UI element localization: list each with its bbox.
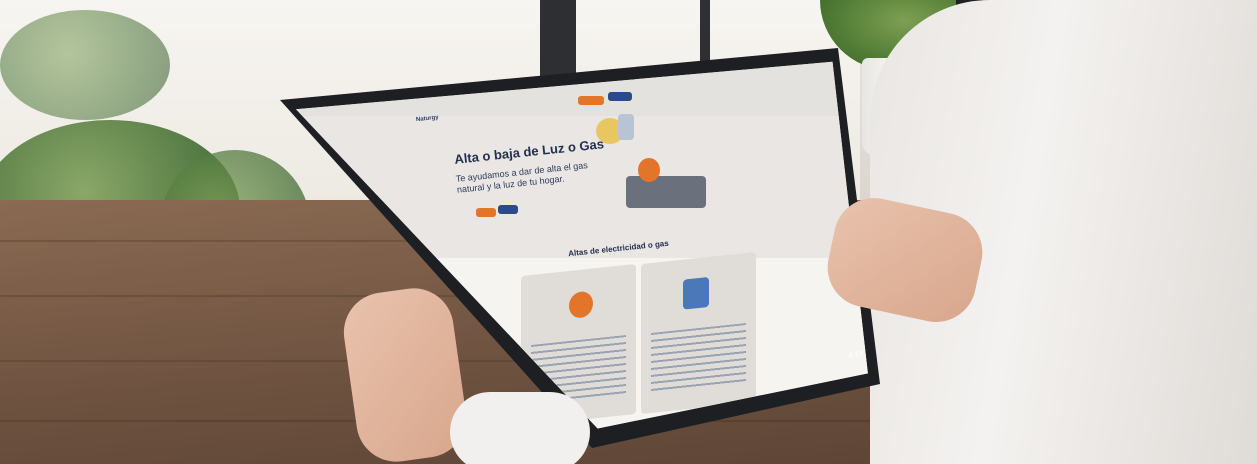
hero-cta-orange[interactable]	[476, 208, 496, 217]
hero-cta-navy[interactable]	[498, 205, 518, 214]
info-card-right	[641, 251, 756, 415]
header-orange-button[interactable]	[578, 96, 604, 105]
left-sleeve	[450, 392, 590, 464]
card-text-lines	[651, 323, 746, 393]
worker-illustration	[626, 176, 706, 208]
worker-figure	[638, 158, 660, 182]
photo-scene: Naturgy Alta o baja de Luz o Gas Te ayud…	[0, 0, 1257, 464]
card-illustration	[569, 290, 593, 319]
gas-bottle-illustration	[618, 114, 634, 140]
plant-foliage	[0, 10, 170, 120]
card-illustration	[683, 276, 709, 310]
header-navy-button[interactable]	[608, 92, 632, 101]
